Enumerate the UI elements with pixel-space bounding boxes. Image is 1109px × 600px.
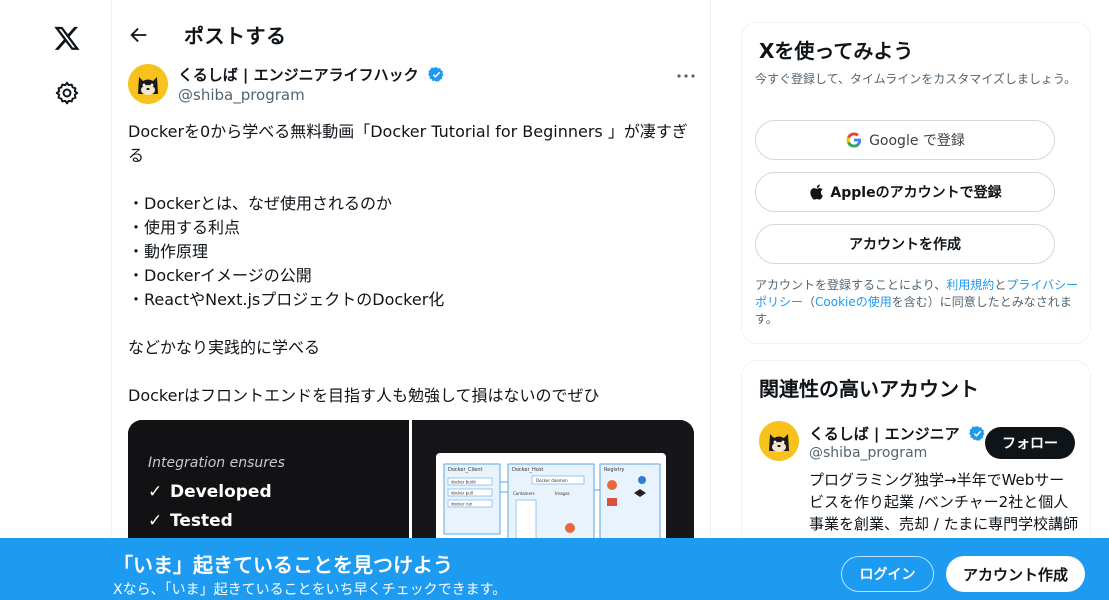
media-item: ✓ Developed xyxy=(148,482,272,502)
apple-signup-button[interactable]: Appleのアカウントで登録 xyxy=(755,172,1055,212)
svg-text:docker build: docker build xyxy=(451,480,476,485)
left-nav xyxy=(0,0,112,600)
signup-card: Xを使ってみよう 今すぐ登録して、タイムラインをカスタマイズしましょう。 Goo… xyxy=(741,22,1091,344)
signup-subtitle: 今すぐ登録して、タイムラインをカスタマイズしましょう。 xyxy=(755,72,1077,86)
create-account-label: アカウントを作成 xyxy=(849,237,961,253)
svg-text:Docker_Host: Docker_Host xyxy=(512,467,543,473)
banner-title: 「いま」起きていることを見つけよう xyxy=(113,553,453,577)
svg-text:Docker daemon: Docker daemon xyxy=(536,478,568,483)
post-line: ・ReactやNext.jsプロジェクトのDocker化 xyxy=(128,290,445,309)
cookie-link[interactable]: Cookieの使用 xyxy=(815,295,892,309)
related-title: 関連性の高いアカウント xyxy=(759,377,979,401)
google-icon xyxy=(846,132,862,148)
post-line: Dockerはフロントエンドを目指す人も勉強して損はないのでぜひ xyxy=(128,386,600,405)
post-line: ・動作原理 xyxy=(128,242,209,261)
google-signup-label: Google で登録 xyxy=(869,133,965,149)
svg-text:Docker_Client: Docker_Client xyxy=(448,467,483,473)
legal-text: アカウントを登録することにより、利用規約とプライバシーポリシー（Cookieの使… xyxy=(755,278,1079,326)
check-icon: ✓ xyxy=(148,482,163,502)
create-account-button[interactable]: アカウントを作成 xyxy=(755,224,1055,264)
media-image-right[interactable]: Docker_Client docker build docker pull d… xyxy=(412,420,694,550)
gear-icon[interactable] xyxy=(54,80,80,106)
page-title: ポストする xyxy=(184,24,287,48)
check-icon: ✓ xyxy=(148,511,163,531)
signup-button[interactable]: アカウント作成 xyxy=(946,556,1085,592)
svg-text:docker pull: docker pull xyxy=(451,491,473,496)
post-line: る xyxy=(128,146,145,165)
post-media[interactable]: Integration ensures ✓ Developed ✓ Tested D… xyxy=(128,420,694,550)
svg-text:docker run: docker run xyxy=(451,502,473,507)
follow-button[interactable]: フォロー xyxy=(985,427,1075,459)
media-item: ✓ Tested xyxy=(148,511,233,531)
terms-link[interactable]: 利用規約 xyxy=(946,278,994,292)
login-button[interactable]: ログイン xyxy=(841,556,934,592)
top-bar: ポストする xyxy=(112,14,712,58)
post-author: くるしば | エンジニアライフハック @shiba_program xyxy=(128,64,698,108)
author-name-text[interactable]: くるしば | エンジニアライフハック xyxy=(178,66,419,84)
main-column: ポストする くるしば | エンジニアライフハック @shiba_program xyxy=(111,0,711,600)
svg-text:Images: Images xyxy=(555,491,570,496)
post-line: Dockerを0から学べる無料動画「Docker Tutorial for Be… xyxy=(128,122,688,141)
media-heading: Integration ensures xyxy=(148,455,285,471)
signup-banner: 「いま」起きていることを見つけよう Xなら、「いま」起きていることをいち早くチェ… xyxy=(0,538,1109,600)
verified-badge-icon xyxy=(969,426,985,441)
post-line: ・Dockerイメージの公開 xyxy=(128,266,312,285)
apple-signup-label: Appleのアカウントで登録 xyxy=(830,185,1002,201)
post-line: などかなり実践的に学べる xyxy=(128,338,321,357)
avatar[interactable] xyxy=(128,64,168,104)
svg-text:Registry: Registry xyxy=(604,467,625,473)
related-account-handle[interactable]: @shiba_program xyxy=(809,445,927,461)
apple-icon xyxy=(810,184,824,200)
post-line: ・使用する利点 xyxy=(128,218,241,237)
author-name[interactable]: くるしば | エンジニアライフハック xyxy=(178,64,445,85)
banner-subtitle: Xなら、「いま」起きていることをいち早くチェックできます。 xyxy=(113,582,507,598)
post-line: ・Dockerとは、なぜ使用されるのか xyxy=(128,194,393,213)
google-signup-button[interactable]: Google で登録 xyxy=(755,120,1055,160)
back-arrow-icon[interactable] xyxy=(128,24,150,46)
more-options-icon[interactable] xyxy=(674,64,698,88)
docker-diagram: Docker_Client docker build docker pull d… xyxy=(436,453,666,550)
post-text: Dockerを0から学べる無料動画「Docker Tutorial for Be… xyxy=(128,120,698,408)
x-logo-icon[interactable] xyxy=(53,24,81,52)
media-image-left[interactable]: Integration ensures ✓ Developed ✓ Tested xyxy=(128,420,409,550)
signup-title: Xを使ってみよう xyxy=(759,39,914,63)
avatar[interactable] xyxy=(759,421,799,461)
related-account-name[interactable]: くるしば | エンジニア xyxy=(809,423,986,444)
author-handle[interactable]: @shiba_program xyxy=(178,86,305,104)
verified-badge-icon xyxy=(428,67,444,82)
svg-text:Containers: Containers xyxy=(513,491,535,496)
